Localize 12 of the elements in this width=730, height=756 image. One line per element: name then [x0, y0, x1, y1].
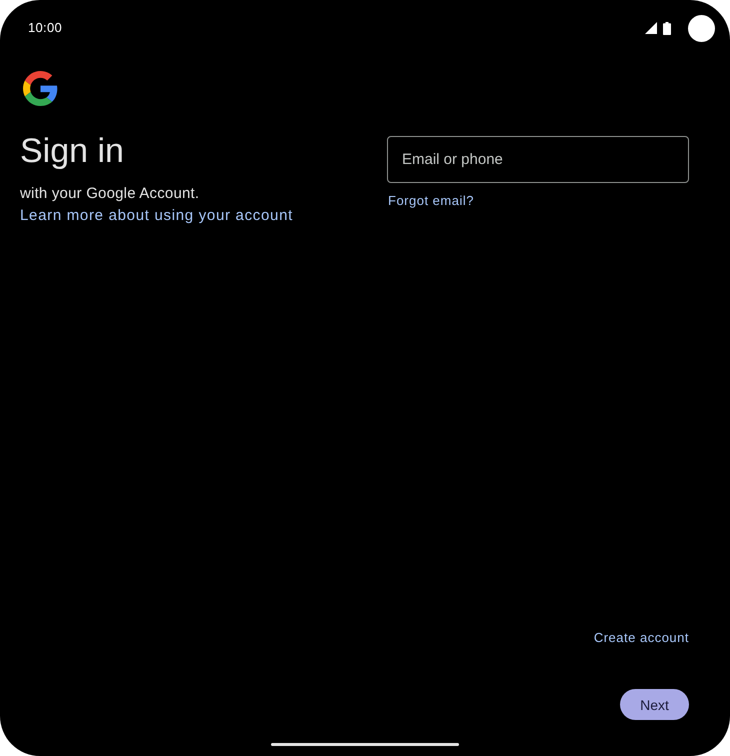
signal-icon [645, 22, 657, 34]
forgot-email-link[interactable]: Forgot email? [388, 193, 474, 209]
status-time: 10:00 [28, 20, 62, 36]
battery-icon [663, 22, 671, 34]
create-account-link[interactable]: Create account [594, 630, 689, 646]
sign-in-title: Sign in [20, 131, 124, 172]
camera-cutout-icon [688, 14, 715, 42]
email-field[interactable]: Email or phone [387, 136, 689, 183]
g-logo-icon [23, 71, 58, 106]
subtitle-text: with your Google Account. [20, 184, 200, 204]
learn-more-link[interactable]: Learn more about using your account [20, 206, 293, 226]
next-button[interactable]: Next [620, 689, 689, 720]
